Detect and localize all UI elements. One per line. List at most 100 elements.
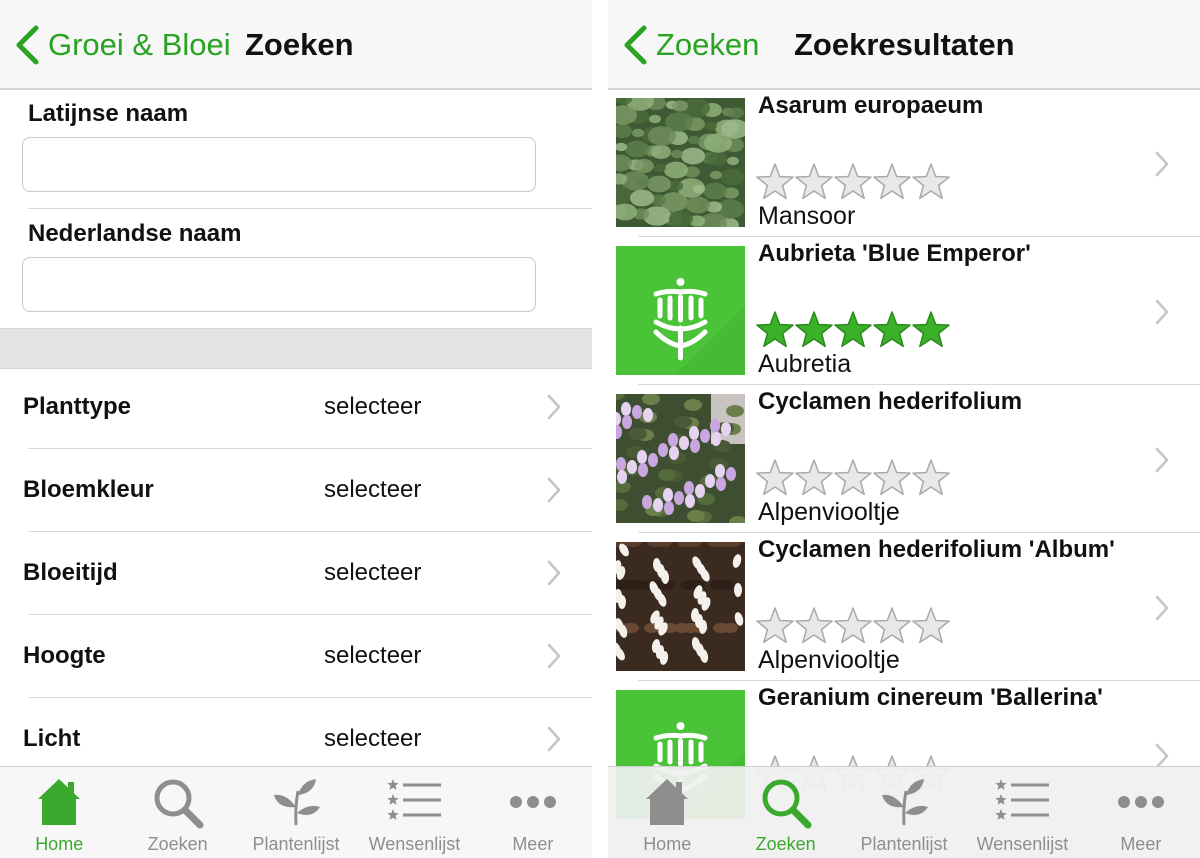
tab-plantenlijst[interactable]: Plantenlijst: [845, 767, 963, 858]
plant-icon: [882, 779, 929, 826]
dutch-name: Mansoor: [758, 202, 856, 230]
star-empty-icon: [873, 163, 911, 200]
tab-label: Meer: [1120, 834, 1162, 854]
back-button[interactable]: Zoeken: [622, 0, 759, 90]
dutch-name-label: Nederlandse naam: [28, 220, 242, 247]
star-empty-icon: [756, 459, 794, 496]
star-empty-icon: [756, 163, 794, 200]
plant-photo: [616, 542, 745, 671]
section-separator: [0, 328, 592, 369]
tab-wensenlijst[interactable]: Wensenlijst: [963, 767, 1081, 858]
search-icon: [762, 779, 812, 829]
back-label: Zoeken: [656, 27, 760, 62]
back-button[interactable]: Groei & Bloei: [14, 0, 231, 90]
page-title: Zoeken: [245, 27, 354, 62]
star-filled-icon: [756, 311, 794, 348]
latin-name-label: Latijnse naam: [28, 100, 189, 127]
tab-bar: Home Zoeken Plantenlijst Wensenlijst Meer: [0, 766, 592, 858]
tab-label: Zoeken: [147, 834, 208, 854]
chevron-right-icon: [547, 394, 561, 420]
filter-value: selecteer: [324, 475, 422, 503]
rating-stars: [756, 163, 950, 200]
star-list-icon: [387, 779, 442, 820]
rating-stars: [756, 311, 950, 348]
divider: [638, 384, 1200, 385]
dutch-name-input[interactable]: [22, 257, 536, 312]
page-title: Zoekresultaten: [794, 27, 1015, 62]
star-empty-icon: [912, 607, 950, 644]
tab-zoeken[interactable]: Zoeken: [118, 767, 236, 858]
star-empty-icon: [873, 459, 911, 496]
tab-meer[interactable]: Meer: [1082, 767, 1200, 858]
search-screen: Groei & Bloei Zoeken Latijnse naam Neder…: [0, 0, 592, 858]
star-empty-icon: [834, 607, 872, 644]
filter-label: Hoogte: [23, 641, 106, 669]
tab-wensenlijst[interactable]: Wensenlijst: [355, 767, 473, 858]
chevron-right-icon: [1155, 595, 1169, 621]
tab-label: Plantenlijst: [252, 834, 340, 854]
tab-label: Wensenlijst: [976, 834, 1069, 854]
dutch-name: Aubretia: [758, 350, 852, 378]
tab-bar: Home Zoeken Plantenlijst Wensenlijst Meer: [608, 766, 1200, 858]
star-filled-icon: [795, 311, 833, 348]
chevron-right-icon: [1155, 447, 1169, 473]
divider: [28, 208, 592, 209]
nav-bar: Groei & Bloei Zoeken: [0, 0, 592, 90]
tab-label: Home: [35, 834, 84, 854]
nav-bar: Zoeken Zoekresultaten: [608, 0, 1200, 90]
divider: [638, 532, 1200, 533]
filter-row-planttype[interactable]: Planttype selecteer: [0, 365, 592, 448]
filter-row-hoogte[interactable]: Hoogte selecteer: [0, 614, 592, 697]
result-row[interactable]: Aubrieta 'Blue Emperor' Aubretia: [608, 238, 1200, 386]
app-logo-image: [616, 246, 745, 375]
filter-value: selecteer: [324, 392, 422, 420]
filter-value: selecteer: [324, 558, 422, 586]
home-icon: [38, 779, 81, 825]
tab-label: Home: [643, 834, 692, 854]
tab-home[interactable]: Home: [608, 767, 726, 858]
result-row[interactable]: Cyclamen hederifolium Alpenviooltje: [608, 386, 1200, 534]
star-empty-icon: [795, 163, 833, 200]
back-label: Groei & Bloei: [48, 27, 231, 62]
plant-thumbnail: [616, 98, 745, 227]
tab-label: Plantenlijst: [860, 834, 948, 854]
chevron-right-icon: [547, 477, 561, 503]
result-row[interactable]: Cyclamen hederifolium 'Album' Alpenvioolt…: [608, 534, 1200, 682]
tab-meer[interactable]: Meer: [474, 767, 592, 858]
latin-name-input[interactable]: [22, 137, 536, 192]
filter-label: Planttype: [23, 392, 132, 420]
results-screen: Asarum europaeum Mansoor Aubrieta 'Blue Em…: [608, 0, 1200, 858]
filter-row-bloemkleur[interactable]: Bloemkleur selecteer: [0, 448, 592, 531]
star-filled-icon: [834, 311, 872, 348]
star-empty-icon: [795, 607, 833, 644]
chevron-right-icon: [547, 643, 561, 669]
filter-value: selecteer: [324, 641, 422, 669]
star-filled-icon: [912, 311, 950, 348]
star-empty-icon: [795, 459, 833, 496]
more-icon: [509, 796, 556, 808]
tab-label: Zoeken: [755, 834, 816, 854]
chevron-right-icon: [1155, 299, 1169, 325]
star-empty-icon: [912, 459, 950, 496]
search-icon: [154, 779, 204, 829]
tab-zoeken[interactable]: Zoeken: [726, 767, 844, 858]
filter-row-bloeitijd[interactable]: Bloeitijd selecteer: [0, 531, 592, 614]
filter-label: Bloeitijd: [23, 558, 118, 586]
chevron-left-icon: [16, 25, 39, 65]
star-empty-icon: [756, 607, 794, 644]
latin-name: Cyclamen hederifolium 'Album': [758, 536, 1115, 563]
home-icon: [646, 779, 689, 825]
chevron-right-icon: [547, 560, 561, 586]
latin-name: Cyclamen hederifolium: [758, 388, 1023, 415]
plant-thumbnail: [616, 542, 745, 671]
latin-name: Geranium cinereum 'Ballerina': [758, 684, 1103, 711]
plant-photo: [616, 98, 745, 227]
tab-home[interactable]: Home: [0, 767, 118, 858]
result-row[interactable]: Asarum europaeum Mansoor: [608, 90, 1200, 238]
star-empty-icon: [873, 607, 911, 644]
chevron-left-icon: [624, 25, 647, 65]
tab-plantenlijst[interactable]: Plantenlijst: [237, 767, 355, 858]
tab-label: Meer: [512, 834, 554, 854]
latin-name: Aubrieta 'Blue Emperor': [758, 240, 1031, 267]
rating-stars: [756, 459, 950, 496]
